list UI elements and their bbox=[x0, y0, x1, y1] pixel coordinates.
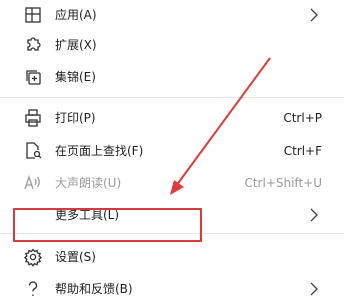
chevron-right-icon bbox=[308, 8, 320, 22]
menu-item-help-feedback[interactable]: 帮助和反馈(B) bbox=[0, 274, 344, 304]
menu-item-settings[interactable]: 设置(S) bbox=[0, 242, 344, 272]
apps-icon bbox=[22, 4, 44, 26]
menu-item-find-on-page[interactable]: 在页面上查找(F) Ctrl+F bbox=[0, 136, 344, 166]
menu-item-label: 集锦(E) bbox=[55, 70, 96, 84]
menu-item-label: 帮助和反馈(B) bbox=[55, 282, 133, 296]
print-icon bbox=[22, 107, 44, 129]
menu-item-apps[interactable]: 应用(A) bbox=[0, 0, 344, 30]
menu-item-label: 应用(A) bbox=[55, 8, 97, 22]
menu-item-label: 在页面上查找(F) bbox=[55, 144, 144, 158]
menu-item-label: 大声朗读(U) bbox=[55, 176, 122, 190]
chevron-right-icon bbox=[308, 282, 320, 296]
settings-highlight-box bbox=[13, 208, 202, 242]
extensions-icon bbox=[22, 34, 44, 56]
menu-item-label: 设置(S) bbox=[55, 250, 96, 264]
menu-item-label: 打印(P) bbox=[55, 111, 96, 125]
shortcut-label: Ctrl+Shift+U bbox=[244, 176, 322, 190]
shortcut-label: Ctrl+P bbox=[283, 111, 322, 125]
menu-item-extensions[interactable]: 扩展(X) bbox=[0, 30, 344, 60]
menu-item-label: 扩展(X) bbox=[55, 38, 97, 52]
context-menu: 应用(A) 扩展(X) 集锦(E) 打印(P) Ctrl+P 在页面上查找(F)… bbox=[0, 0, 344, 305]
settings-gear-icon bbox=[22, 246, 44, 268]
menu-item-collections[interactable]: 集锦(E) bbox=[0, 62, 344, 92]
chevron-right-icon bbox=[308, 208, 320, 222]
shortcut-label: Ctrl+F bbox=[283, 144, 322, 158]
menu-item-print[interactable]: 打印(P) Ctrl+P bbox=[0, 103, 344, 133]
find-on-page-icon bbox=[22, 140, 44, 162]
menu-divider bbox=[0, 97, 344, 98]
menu-item-read-aloud[interactable]: 大声朗读(U) Ctrl+Shift+U bbox=[0, 168, 344, 198]
read-aloud-icon bbox=[22, 172, 44, 194]
help-question-icon bbox=[22, 278, 44, 300]
collections-icon bbox=[22, 66, 44, 88]
